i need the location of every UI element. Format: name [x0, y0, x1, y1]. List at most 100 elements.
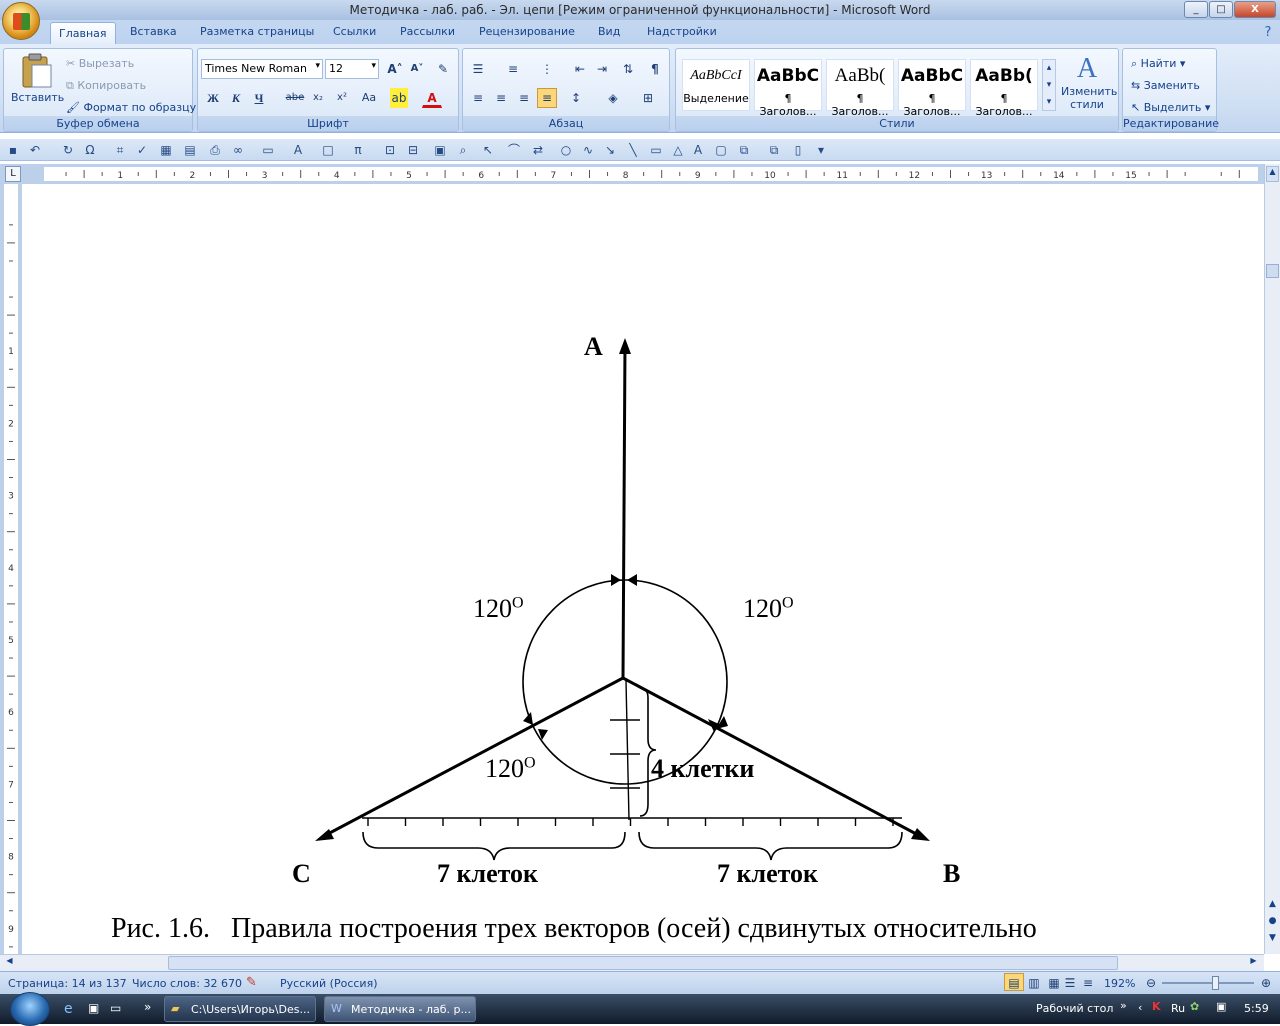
line-spacing-icon[interactable]: ↕ — [566, 88, 586, 108]
tray-app-icon[interactable]: ✿ — [1190, 1000, 1199, 1013]
tab-mailings[interactable]: Рассылки — [400, 25, 455, 38]
send-back-icon[interactable]: ⧉ — [766, 142, 782, 158]
undo-icon[interactable]: ↶ — [27, 142, 43, 158]
replace-button[interactable]: ⇆ Заменить — [1131, 79, 1200, 92]
zoom-slider[interactable] — [1162, 976, 1254, 990]
language[interactable]: Русский (Россия) — [280, 977, 378, 990]
align-right-icon[interactable]: ≡ — [514, 88, 534, 108]
style-item-heading1[interactable]: AaBbC ¶ Заголов... — [754, 59, 822, 118]
spell-icon[interactable]: ✓ — [134, 142, 150, 158]
justify-icon[interactable]: ≡ — [537, 88, 557, 108]
network-icon[interactable]: ▣ — [1216, 1000, 1226, 1013]
zoom-slider-thumb[interactable] — [1212, 976, 1219, 990]
page-icon[interactable]: ▯ — [790, 142, 806, 158]
word-count[interactable]: Число слов: 32 670 — [132, 977, 242, 990]
antivirus-icon[interactable]: K — [1152, 1000, 1161, 1013]
borders-icon[interactable]: ⊞ — [638, 88, 658, 108]
print-icon[interactable]: ⎙ — [207, 142, 223, 158]
align-icon[interactable]: ⊟ — [405, 142, 421, 158]
tab-selector[interactable]: L — [5, 166, 21, 182]
tab-view[interactable]: Вид — [598, 25, 620, 38]
bold-button[interactable]: Ж — [203, 88, 223, 108]
pilcrow-icon[interactable]: ¶ — [645, 59, 665, 79]
minimize-button[interactable]: _ — [1184, 1, 1208, 18]
office-button[interactable] — [2, 2, 40, 40]
scroll-left-icon[interactable]: ◀ — [2, 956, 17, 970]
bullets-icon[interactable]: ☰ — [468, 59, 488, 79]
align-center-icon[interactable]: ≡ — [491, 88, 511, 108]
subscript-button[interactable]: x₂ — [308, 88, 328, 108]
language-indicator[interactable]: Ru — [1171, 1002, 1185, 1015]
proofing-icon[interactable]: ✎ — [246, 975, 257, 990]
copy-button[interactable]: ⧉ Копировать — [66, 79, 146, 93]
font-color-icon[interactable]: A — [422, 88, 442, 108]
style-item-heading2[interactable]: AaBb(¶ Заголов... — [826, 59, 894, 118]
clock[interactable]: 5:59 — [1244, 1002, 1269, 1015]
tab-insert[interactable]: Вставка — [130, 25, 177, 38]
superscript-button[interactable]: x² — [332, 88, 352, 108]
tab-addins[interactable]: Надстройки — [647, 25, 717, 38]
outline-icon[interactable]: ☰ — [1060, 973, 1080, 991]
picture-icon[interactable]: ▢ — [713, 142, 729, 158]
start-button[interactable] — [10, 992, 50, 1026]
help-icon[interactable]: ? — [1258, 23, 1278, 43]
textbox-icon[interactable]: ▣ — [432, 142, 448, 158]
change-styles-button[interactable]: A Изменить стили — [1061, 53, 1117, 115]
tab-review[interactable]: Рецензирование — [479, 25, 575, 38]
sort-icon[interactable]: ⇅ — [618, 59, 638, 79]
zoom-icon[interactable]: ⌕ — [455, 142, 471, 158]
draft-icon[interactable]: ≡ — [1078, 973, 1098, 991]
paste-button[interactable]: Вставить — [10, 51, 64, 113]
pointer-icon[interactable]: ↖ — [480, 142, 496, 158]
italic-button[interactable]: К — [226, 88, 246, 108]
grow-font-icon[interactable]: A˄ — [385, 59, 405, 79]
arrow-icon[interactable]: ↘ — [602, 142, 618, 158]
style-item-heading4[interactable]: AaBb(¶ Заголов... — [970, 59, 1038, 118]
style-item-heading3[interactable]: AaBbC ¶ Заголов... — [898, 59, 966, 118]
full-screen-icon[interactable]: ▥ — [1024, 973, 1044, 991]
shape-icon[interactable]: □ — [320, 142, 336, 158]
save-icon[interactable]: ▪ — [5, 142, 21, 158]
document-page[interactable]: A C B 120O 120O 120O 4 клетки 7 клеток 7… — [22, 184, 1264, 954]
decrease-indent-icon[interactable]: ⇤ — [570, 59, 590, 79]
cut-button[interactable]: ✂ Вырезать — [66, 57, 134, 70]
tab-references[interactable]: Ссылки — [333, 25, 376, 38]
show-desktop-icon[interactable]: ▭ — [110, 1001, 121, 1015]
ie-icon[interactable]: e — [64, 1001, 73, 1017]
link-icon[interactable]: ∞ — [230, 142, 246, 158]
shrink-font-icon[interactable]: A˅ — [407, 59, 427, 79]
triangle-icon[interactable]: △ — [670, 142, 686, 158]
prev-page-icon[interactable]: ▲ — [1266, 899, 1279, 913]
select-button[interactable]: ↖ Выделить ▾ — [1131, 101, 1210, 114]
fill-icon[interactable]: ▭ — [260, 142, 276, 158]
font-name-combo[interactable]: Times New Roman ▾ — [201, 59, 323, 79]
curve-icon[interactable]: ⌒ — [506, 142, 522, 158]
change-case-button[interactable]: Aa — [356, 88, 382, 108]
clear-format-icon[interactable]: ✎ — [433, 59, 453, 79]
scroll-thumb[interactable] — [168, 956, 1118, 970]
underline-button[interactable]: Ч — [249, 88, 269, 108]
more-icon[interactable]: » — [144, 1000, 151, 1014]
multilevel-list-icon[interactable]: ⋮ — [537, 59, 557, 79]
connector-icon[interactable]: ⇄ — [530, 142, 546, 158]
browse-object-icon[interactable]: ● — [1266, 916, 1279, 930]
zoom-in-icon[interactable]: ⊕ — [1256, 973, 1276, 991]
numbering-icon[interactable]: ≡ — [503, 59, 523, 79]
next-page-icon[interactable]: ▼ — [1266, 933, 1279, 947]
highlight-icon[interactable]: ab — [390, 88, 408, 108]
align-left-icon[interactable]: ≡ — [468, 88, 488, 108]
taskbar-item-explorer[interactable]: ▰ C:\Users\Игорь\Des... — [164, 996, 316, 1022]
maximize-button[interactable]: □ — [1209, 1, 1233, 18]
scroll-right-icon[interactable]: ▶ — [1246, 956, 1261, 970]
line-icon[interactable]: ╲ — [625, 142, 641, 158]
oval-icon[interactable]: ○ — [558, 142, 574, 158]
scroll-up-icon[interactable]: ▲ — [1266, 166, 1279, 182]
format-painter-button[interactable]: 🖌 Формат по образцу — [66, 101, 196, 114]
text-direction-icon[interactable]: A — [690, 142, 706, 158]
crop-icon[interactable]: ⌗ — [112, 142, 128, 158]
strikethrough-button[interactable]: abe — [284, 88, 306, 108]
bring-front-icon[interactable]: ⧉ — [736, 142, 752, 158]
horizontal-ruler[interactable]: L 1 2 3 4 5 6 7 8 9 10 11 12 13 14 15 — [0, 164, 1280, 184]
tab-page-layout[interactable]: Разметка страницы — [200, 25, 314, 38]
styles-scroll[interactable]: ▴ ▾ ▾ — [1042, 59, 1056, 111]
